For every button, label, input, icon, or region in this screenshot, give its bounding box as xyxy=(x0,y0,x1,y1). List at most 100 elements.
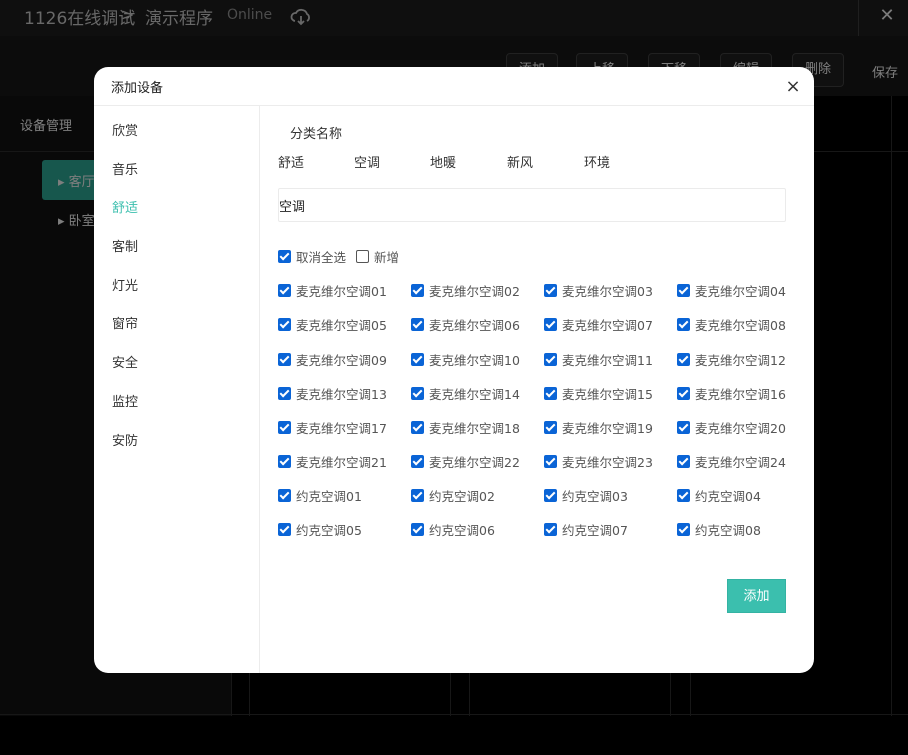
device-checkbox[interactable]: 麦克维尔空调08 xyxy=(677,315,786,334)
category-item-security[interactable]: 安防 xyxy=(112,430,138,449)
device-checkbox[interactable]: 约克空调05 xyxy=(278,520,362,539)
device-label: 约克空调06 xyxy=(429,523,495,538)
device-checkbox[interactable]: 麦克维尔空调03 xyxy=(544,281,653,300)
category-item-monitor[interactable]: 监控 xyxy=(112,391,138,410)
add-new-checkbox[interactable]: 新增 xyxy=(356,247,399,266)
checkbox-checked[interactable] xyxy=(544,353,557,366)
checkbox-checked[interactable] xyxy=(544,523,557,536)
device-checkbox[interactable]: 麦克维尔空调20 xyxy=(677,418,786,437)
checkbox-checked[interactable] xyxy=(278,489,291,502)
sub-tab-comfort[interactable]: 舒适 xyxy=(278,152,304,171)
checkbox-checked[interactable] xyxy=(544,489,557,502)
device-label: 麦克维尔空调20 xyxy=(695,421,786,436)
checkbox-checked[interactable] xyxy=(544,284,557,297)
device-checkbox[interactable]: 约克空调04 xyxy=(677,486,761,505)
checkbox-checked[interactable] xyxy=(677,387,690,400)
device-checkbox[interactable]: 约克空调01 xyxy=(278,486,362,505)
device-label: 约克空调01 xyxy=(296,489,362,504)
checkbox-checked[interactable] xyxy=(278,421,291,434)
category-item-lighting[interactable]: 灯光 xyxy=(112,275,138,294)
category-item-comfort[interactable]: 舒适 xyxy=(112,197,138,216)
checkbox-checked[interactable] xyxy=(278,387,291,400)
checkbox-checked[interactable] xyxy=(677,353,690,366)
checkbox-checked[interactable] xyxy=(411,318,424,331)
device-checkbox[interactable]: 麦克维尔空调05 xyxy=(278,315,387,334)
checkbox-checked[interactable] xyxy=(544,318,557,331)
device-label: 麦克维尔空调12 xyxy=(695,353,786,368)
checkbox-checked[interactable] xyxy=(411,523,424,536)
checkbox-unchecked[interactable] xyxy=(356,250,369,263)
device-label: 麦克维尔空调14 xyxy=(429,387,520,402)
device-label: 麦克维尔空调07 xyxy=(562,318,653,333)
device-checkbox[interactable]: 麦克维尔空调14 xyxy=(411,384,520,403)
device-checkbox[interactable]: 约克空调06 xyxy=(411,520,495,539)
checkbox-checked[interactable] xyxy=(278,353,291,366)
device-checkbox[interactable]: 麦克维尔空调09 xyxy=(278,350,387,369)
device-checkbox[interactable]: 约克空调02 xyxy=(411,486,495,505)
device-checkbox[interactable]: 麦克维尔空调18 xyxy=(411,418,520,437)
checkbox-checked[interactable] xyxy=(677,284,690,297)
checkbox-checked[interactable] xyxy=(677,523,690,536)
device-checkbox[interactable]: 麦克维尔空调13 xyxy=(278,384,387,403)
checkbox-checked[interactable] xyxy=(278,523,291,536)
category-item-curtain[interactable]: 窗帘 xyxy=(112,313,138,332)
category-item-safety[interactable]: 安全 xyxy=(112,352,138,371)
checkbox-checked[interactable] xyxy=(278,455,291,468)
category-name-input[interactable] xyxy=(278,188,786,222)
dialog-sidebar-divider xyxy=(259,106,260,673)
checkbox-checked[interactable] xyxy=(411,353,424,366)
sub-tab-floor-heating[interactable]: 地暖 xyxy=(430,152,456,171)
add-button[interactable]: 添加 xyxy=(727,579,786,613)
device-checkbox[interactable]: 麦克维尔空调06 xyxy=(411,315,520,334)
device-checkbox[interactable]: 麦克维尔空调16 xyxy=(677,384,786,403)
device-checkbox[interactable]: 约克空调08 xyxy=(677,520,761,539)
device-label: 麦克维尔空调22 xyxy=(429,455,520,470)
checkbox-checked[interactable] xyxy=(677,318,690,331)
device-checkbox[interactable]: 约克空调03 xyxy=(544,486,628,505)
checkbox-checked[interactable] xyxy=(544,387,557,400)
sub-tab-aircon[interactable]: 空调 xyxy=(354,152,380,171)
device-label: 约克空调05 xyxy=(296,523,362,538)
close-icon[interactable]: × xyxy=(782,76,804,98)
device-label: 麦克维尔空调11 xyxy=(562,353,653,368)
device-label: 麦克维尔空调08 xyxy=(695,318,786,333)
category-item-custom[interactable]: 客制 xyxy=(112,236,138,255)
device-checkbox[interactable]: 麦克维尔空调04 xyxy=(677,281,786,300)
checkbox-checked[interactable] xyxy=(544,421,557,434)
select-all-checkbox[interactable]: 取消全选 xyxy=(278,247,346,266)
select-all-label: 取消全选 xyxy=(296,250,347,265)
device-checkbox[interactable]: 麦克维尔空调21 xyxy=(278,452,387,471)
checkbox-checked[interactable] xyxy=(278,318,291,331)
device-checkbox[interactable]: 麦克维尔空调01 xyxy=(278,281,387,300)
sub-tab-environment[interactable]: 环境 xyxy=(584,152,610,171)
checkbox-checked[interactable] xyxy=(677,489,690,502)
device-label: 麦克维尔空调10 xyxy=(429,353,520,368)
category-item-appreciate[interactable]: 欣赏 xyxy=(112,120,138,139)
checkbox-checked[interactable] xyxy=(278,284,291,297)
device-label: 麦克维尔空调03 xyxy=(562,284,653,299)
device-checkbox[interactable]: 麦克维尔空调17 xyxy=(278,418,387,437)
device-checkbox[interactable]: 麦克维尔空调24 xyxy=(677,452,786,471)
checkbox-checked[interactable] xyxy=(278,250,291,263)
device-checkbox[interactable]: 麦克维尔空调11 xyxy=(544,350,653,369)
checkbox-checked[interactable] xyxy=(677,455,690,468)
checkbox-checked[interactable] xyxy=(411,489,424,502)
sub-tab-fresh-air[interactable]: 新风 xyxy=(507,152,533,171)
checkbox-checked[interactable] xyxy=(677,421,690,434)
device-checkbox[interactable]: 麦克维尔空调02 xyxy=(411,281,520,300)
device-checkbox[interactable]: 约克空调07 xyxy=(544,520,628,539)
device-checkbox[interactable]: 麦克维尔空调15 xyxy=(544,384,653,403)
device-label: 麦克维尔空调23 xyxy=(562,455,653,470)
checkbox-checked[interactable] xyxy=(411,421,424,434)
checkbox-checked[interactable] xyxy=(411,387,424,400)
device-checkbox[interactable]: 麦克维尔空调10 xyxy=(411,350,520,369)
device-checkbox[interactable]: 麦克维尔空调12 xyxy=(677,350,786,369)
device-checkbox[interactable]: 麦克维尔空调23 xyxy=(544,452,653,471)
checkbox-checked[interactable] xyxy=(411,455,424,468)
checkbox-checked[interactable] xyxy=(411,284,424,297)
checkbox-checked[interactable] xyxy=(544,455,557,468)
device-checkbox[interactable]: 麦克维尔空调19 xyxy=(544,418,653,437)
device-checkbox[interactable]: 麦克维尔空调07 xyxy=(544,315,653,334)
device-checkbox[interactable]: 麦克维尔空调22 xyxy=(411,452,520,471)
category-item-music[interactable]: 音乐 xyxy=(112,159,138,178)
